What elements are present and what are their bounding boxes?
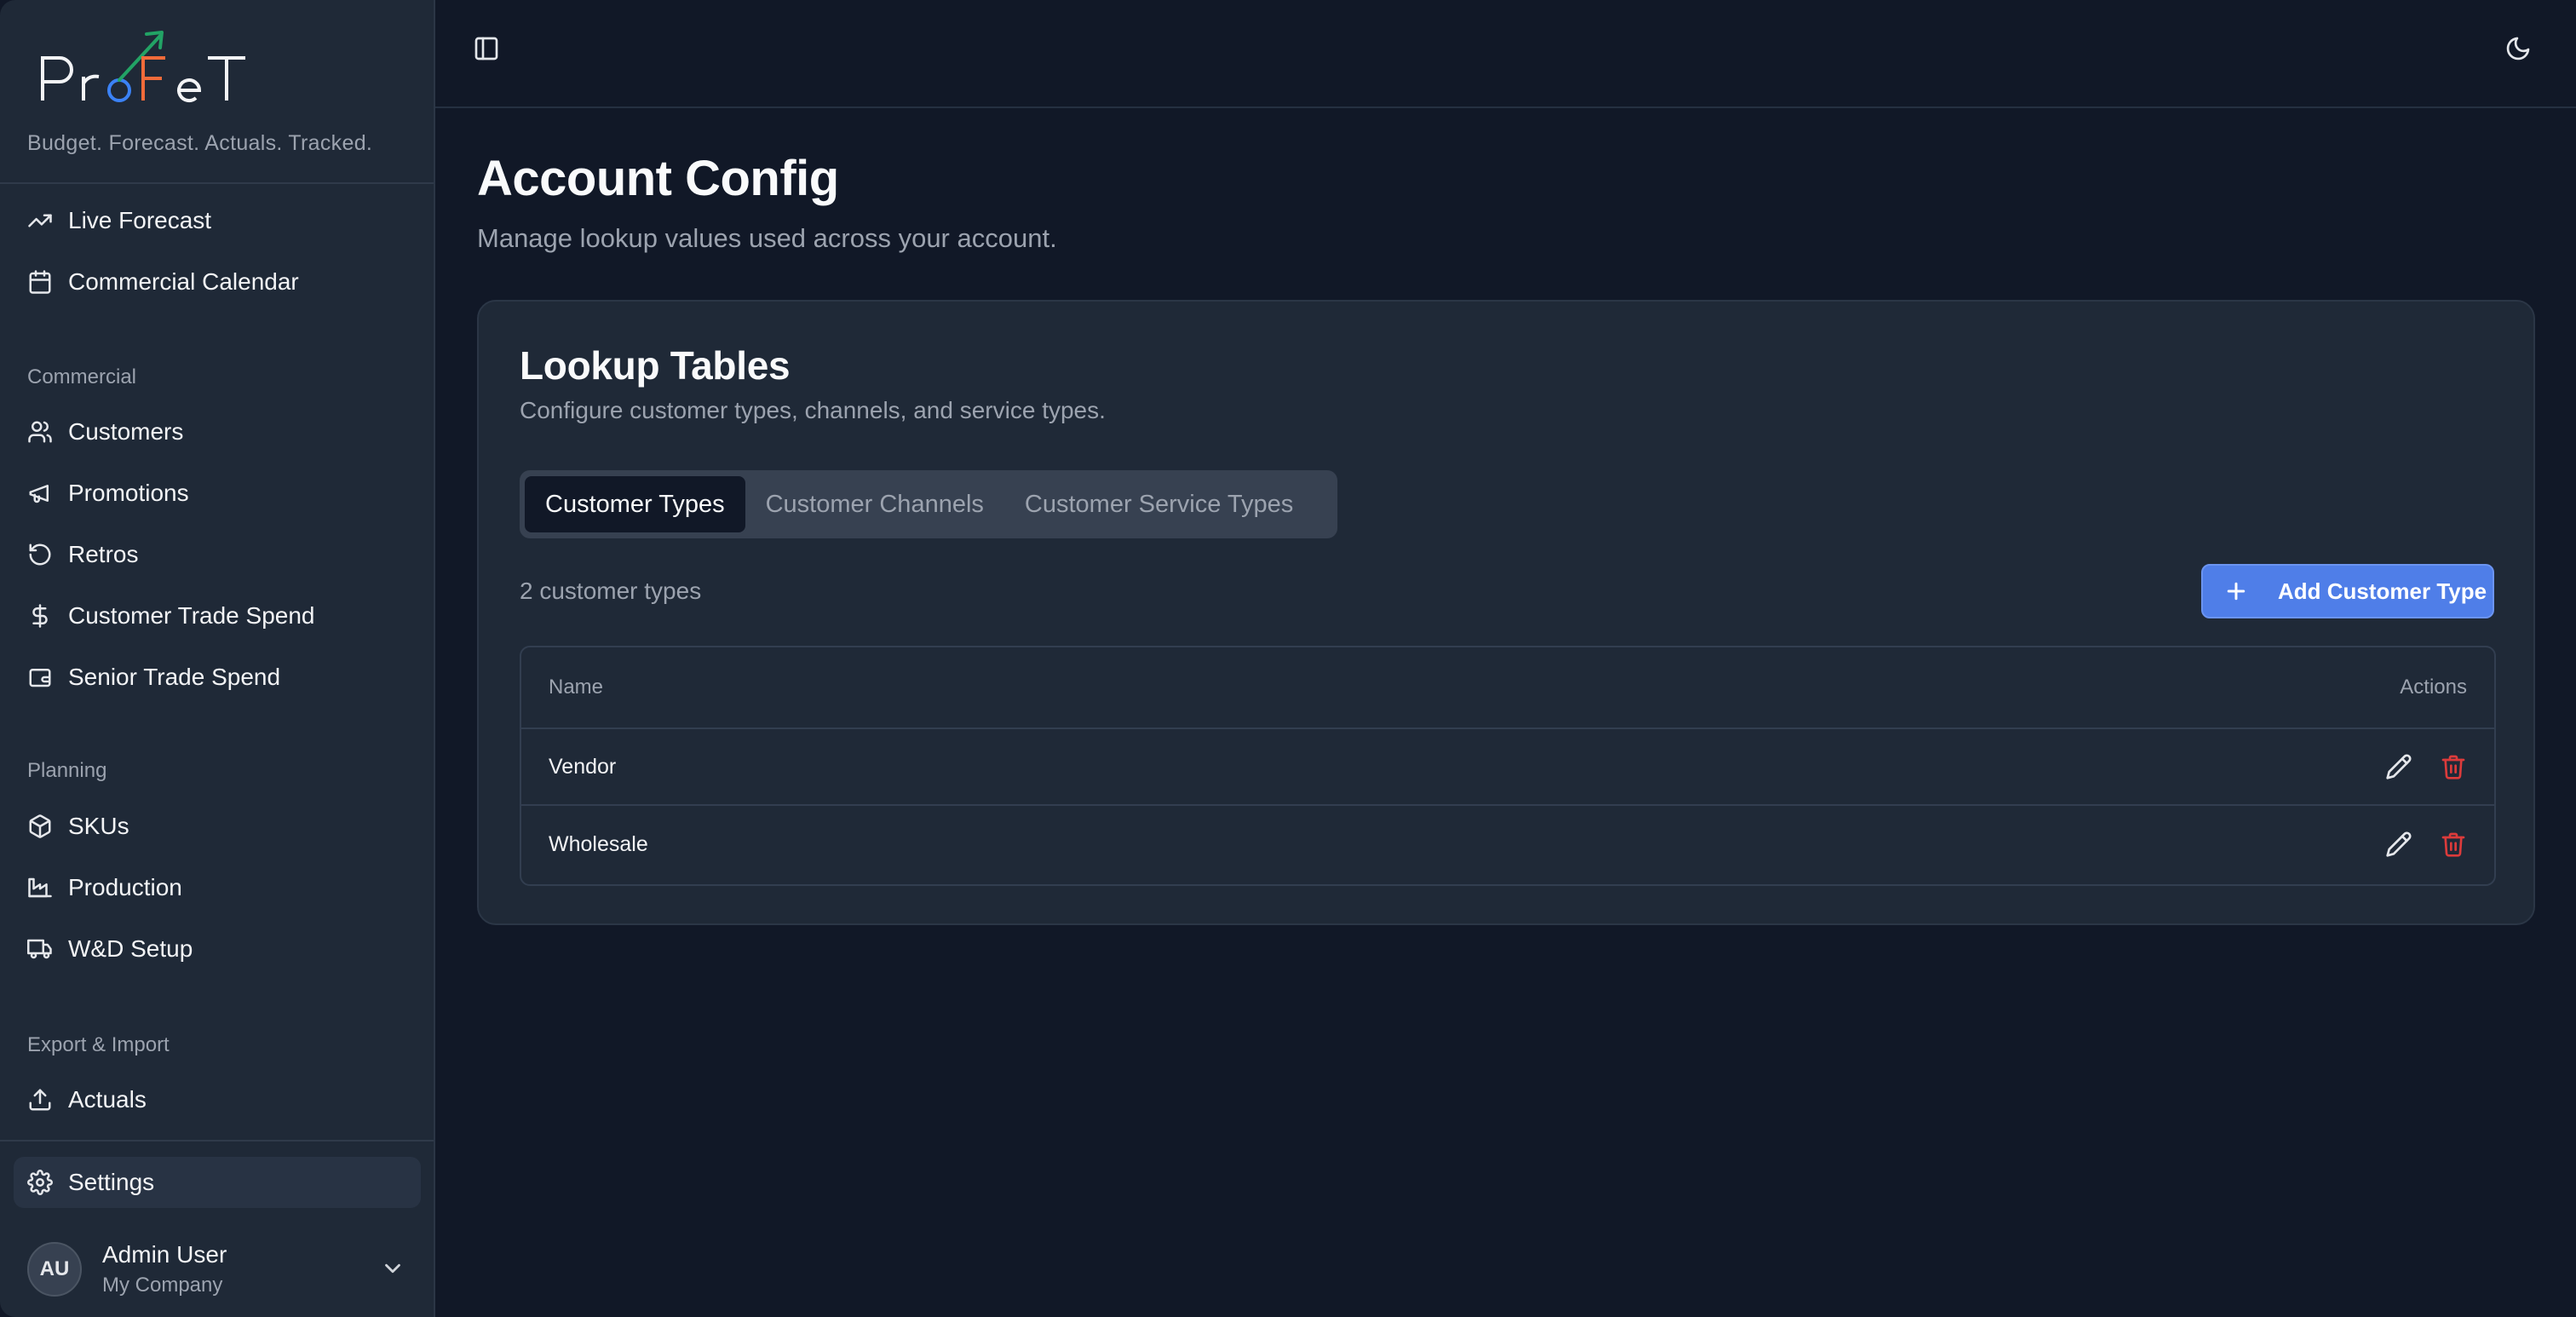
nav-label: Customer Trade Spend [68, 602, 315, 629]
delete-button[interactable] [2438, 829, 2469, 860]
nav-item-promotions[interactable]: Promotions [14, 468, 421, 519]
column-header-actions: Actions [2400, 676, 2467, 699]
tagline: Budget. Forecast. Actuals. Tracked. [27, 131, 373, 155]
nav-item-settings[interactable]: Settings [14, 1157, 421, 1208]
nav-label: Production [68, 874, 182, 900]
nav-item-customers[interactable]: Customers [14, 406, 421, 457]
truck-icon [27, 935, 55, 963]
tab-customer-service-types[interactable]: Customer Service Types [1004, 476, 1314, 532]
pencil-icon [2386, 831, 2412, 857]
column-header-name: Name [549, 676, 604, 699]
edit-button[interactable] [2383, 751, 2414, 782]
topbar [435, 0, 2576, 108]
edit-button[interactable] [2383, 829, 2414, 860]
tab-customer-channels[interactable]: Customer Channels [745, 476, 1004, 532]
upload-icon [27, 1086, 55, 1113]
section-label-export-import: Export & Import [27, 1033, 170, 1056]
user-menu[interactable]: AU Admin User My Company [14, 1234, 421, 1305]
gear-icon [27, 1169, 55, 1196]
nav-item-skus[interactable]: SKUs [14, 801, 421, 852]
lookup-tables-card: Lookup Tables Configure customer types, … [477, 300, 2535, 925]
trending-up-icon [27, 207, 55, 234]
nav-item-actuals[interactable]: Actuals [14, 1074, 421, 1125]
table-row: Vendor [521, 729, 2494, 806]
nav-item-commercial-calendar[interactable]: Commercial Calendar [14, 256, 421, 308]
wallet-icon [27, 664, 55, 691]
trash-icon [2441, 832, 2465, 857]
row-actions [2383, 751, 2469, 782]
plus-icon [2223, 578, 2249, 604]
panel-left-icon [473, 35, 500, 62]
nav-label: Promotions [68, 480, 189, 506]
nav-item-live-forecast[interactable]: Live Forecast [14, 195, 421, 246]
row-name: Vendor [549, 754, 617, 779]
pencil-icon [2386, 754, 2412, 779]
nav-label: Live Forecast [68, 207, 212, 233]
brand: Budget. Forecast. Actuals. Tracked. [27, 24, 419, 160]
nav-label: Commercial Calendar [68, 268, 299, 295]
chevron-down-icon [380, 1256, 407, 1283]
nav-item-wd-setup[interactable]: W&D Setup [14, 923, 421, 975]
moon-icon [2504, 35, 2532, 62]
card-description: Configure customer types, channels, and … [520, 397, 1106, 423]
sidebar-toggle-button[interactable] [463, 25, 510, 72]
record-count: 2 customer types [520, 578, 702, 604]
nav-label: W&D Setup [68, 935, 193, 962]
delete-button[interactable] [2438, 751, 2469, 782]
users-icon [27, 418, 55, 446]
profet-logo[interactable] [34, 24, 256, 109]
calendar-icon [27, 268, 55, 296]
divider [0, 182, 434, 184]
section-label-planning: Planning [27, 759, 107, 782]
nav-label: SKUs [68, 813, 129, 839]
section-label-commercial: Commercial [27, 365, 137, 388]
table-row: Wholesale [521, 806, 2494, 883]
nav-label: Actuals [68, 1086, 147, 1113]
nav-item-customer-trade-spend[interactable]: Customer Trade Spend [14, 590, 421, 641]
nav-label: Settings [68, 1169, 155, 1195]
card-title: Lookup Tables [520, 343, 791, 388]
theme-toggle-button[interactable] [2494, 25, 2542, 72]
user-info: Admin User My Company [102, 1241, 227, 1297]
user-name: Admin User [102, 1241, 227, 1268]
factory-icon [27, 874, 55, 901]
add-customer-type-button[interactable]: Add Customer Type [2201, 564, 2494, 618]
trash-icon [2441, 755, 2465, 779]
table-header: Name Actions [521, 647, 2494, 729]
customer-types-table: Name Actions Vendor Wholesale [520, 646, 2496, 886]
user-company: My Company [102, 1274, 223, 1297]
row-name: Wholesale [549, 831, 648, 856]
nav-label: Senior Trade Spend [68, 664, 281, 690]
page-title: Account Config [477, 151, 839, 206]
megaphone-icon [27, 480, 55, 507]
dollar-sign-icon [27, 602, 55, 630]
tab-customer-types[interactable]: Customer Types [525, 476, 745, 532]
nav-label: Customers [68, 418, 184, 445]
package-icon [27, 813, 55, 840]
page-subtitle: Manage lookup values used across your ac… [477, 223, 1057, 253]
divider [0, 1140, 434, 1142]
nav-label: Retros [68, 541, 139, 567]
nav-item-retros[interactable]: Retros [14, 529, 421, 580]
add-button-label: Add Customer Type [2278, 578, 2487, 604]
nav-item-production[interactable]: Production [14, 862, 421, 913]
rotate-ccw-icon [27, 541, 55, 568]
row-actions [2383, 829, 2469, 860]
sidebar: Budget. Forecast. Actuals. Tracked. Live… [0, 0, 435, 1317]
avatar: AU [27, 1242, 82, 1297]
tab-list: Customer Types Customer Channels Custome… [520, 470, 1337, 538]
nav-item-senior-trade-spend[interactable]: Senior Trade Spend [14, 652, 421, 703]
